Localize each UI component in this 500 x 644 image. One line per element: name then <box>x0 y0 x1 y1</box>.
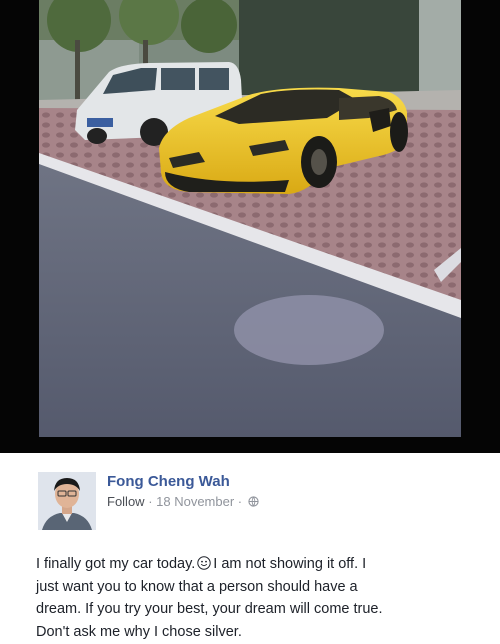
post-photo[interactable] <box>39 0 461 437</box>
avatar[interactable] <box>38 472 96 530</box>
meta-separator: · <box>144 494 157 509</box>
globe-icon <box>248 495 259 507</box>
post-date[interactable]: 18 November <box>156 494 234 509</box>
facebook-post: Fong Cheng Wah Follow · 18 November · I … <box>0 453 500 644</box>
author-name[interactable]: Fong Cheng Wah <box>107 473 230 490</box>
meta-separator-2: · <box>234 494 246 509</box>
post-text-line-1: I finally got my car today. I am not show… <box>36 555 367 572</box>
follow-link[interactable]: Follow <box>107 494 145 509</box>
post-text-line-3: dream. If you try your best, your dream … <box>36 601 383 617</box>
photo-frame <box>0 0 500 453</box>
smiley-icon <box>197 555 211 570</box>
post-text-line-2: just want you to know that a person shou… <box>36 578 358 595</box>
post-text: I finally got my car today. I am not show… <box>36 553 456 643</box>
post-meta: Follow · 18 November · <box>107 494 259 509</box>
post-text-line-4: Don't ask me why I chose silver. <box>36 623 242 640</box>
